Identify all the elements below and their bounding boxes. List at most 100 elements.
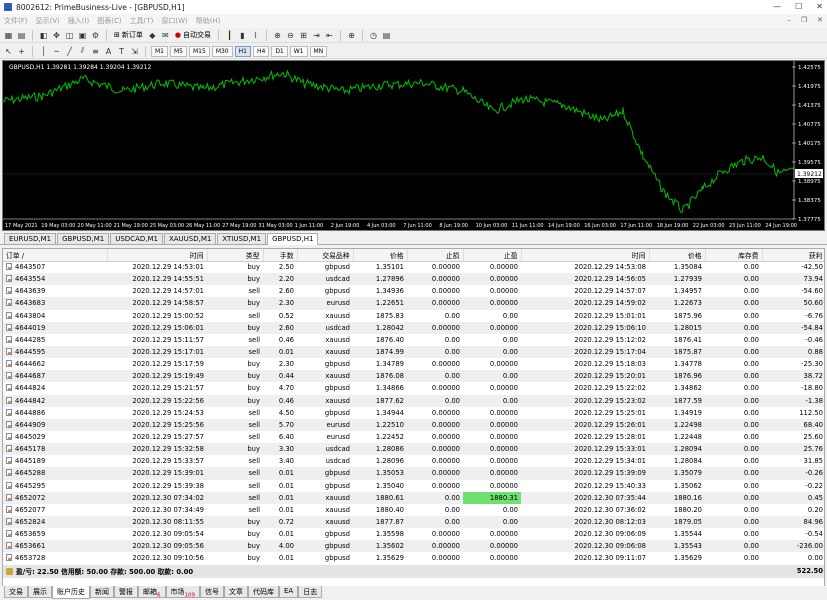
table-row[interactable]: 4652077 2020.12.30 07:34:49 sell 0.01 xauusd… (3, 504, 824, 516)
menu-file[interactable]: 文件(F) (4, 16, 28, 26)
crosshair-icon[interactable]: + (16, 46, 27, 57)
table-row[interactable]: 4645295 2020.12.29 15:39:38 sell 0.01 gbpusd… (3, 480, 824, 492)
tab-signals[interactable]: 信号 (200, 586, 224, 598)
table-row[interactable]: 4645029 2020.12.29 15:27:57 sell 6.40 eurusd… (3, 431, 824, 443)
col-profit[interactable]: 获利 (762, 249, 824, 262)
profiles-icon[interactable]: ▤ (16, 30, 27, 41)
table-row[interactable]: 4652072 2020.12.30 07:34:02 sell 0.01 xauusd… (3, 491, 824, 504)
table-row[interactable]: 4645178 2020.12.29 15:32:58 buy 3.30 usdcad 1… (3, 443, 824, 456)
table-row[interactable]: 4653661 2020.12.30 09:05:56 buy 4.00 gbpusd 1… (3, 540, 824, 553)
menu-help[interactable]: 帮助(H) (196, 16, 221, 26)
autoscroll-icon[interactable]: ⇥ (311, 30, 322, 41)
chart-tab-usdcad-m1[interactable]: USDCAD,M1 (110, 233, 163, 244)
timeframe-m15[interactable]: M15 (189, 45, 210, 57)
table-row[interactable]: 4653728 2020.12.30 09:10:56 buy 0.01 gbpusd 1… (3, 552, 824, 564)
chart-tab-xauusd-m1[interactable]: XAUUSD,M1 (163, 233, 217, 244)
table-row[interactable]: 4644687 2020.12.29 15:19:49 buy 0.44 xauusd 1… (3, 370, 824, 383)
chart-tab-gbpusd-h1[interactable]: GBPUSD,H1 (267, 233, 319, 245)
col-order[interactable]: 订单 / (3, 249, 108, 262)
timeframe-m30[interactable]: M30 (211, 45, 233, 57)
tile-windows-icon[interactable]: ⊞ (298, 30, 309, 41)
col-symbol[interactable]: 交易品种 (297, 249, 354, 262)
table-row[interactable]: 4644285 2020.12.29 15:11:57 sell 0.46 xauusd… (3, 334, 824, 346)
chart-shift-icon[interactable]: ⇤ (324, 30, 335, 41)
col-swap[interactable]: 库存费 (705, 249, 763, 262)
menu-window[interactable]: 窗口(W) (161, 16, 187, 26)
trendline-icon[interactable]: ╱ (64, 46, 75, 57)
table-row[interactable]: 4652824 2020.12.30 08:11:55 buy 0.72 xauusd 1… (3, 515, 824, 529)
menu-insert[interactable]: 插入(I) (68, 16, 90, 26)
timeframe-h4[interactable]: H4 (252, 45, 270, 57)
maximize-button[interactable]: ☐ (795, 2, 802, 11)
timeframe-d1[interactable]: D1 (271, 45, 288, 57)
table-row[interactable]: 4644824 2020.12.29 15:21:57 buy 4.70 gbpusd 1… (3, 382, 824, 394)
table-row[interactable]: 4653659 2020.12.30 09:05:54 buy 0.01 gbpusd 1… (3, 528, 824, 540)
col-sl[interactable]: 止损 (407, 249, 464, 262)
table-row[interactable]: 4643639 2020.12.29 14:57:01 sell 2.60 gbpusd… (3, 285, 824, 297)
menu-view[interactable]: 显示(V) (36, 16, 60, 26)
price-chart[interactable]: GBPUSD,H1 1.39281 1.39284 1.39204 1.3921… (2, 60, 825, 231)
autotrade-button[interactable]: ● 自动交易 (173, 29, 213, 41)
timeframe-h1[interactable]: H1 (234, 45, 251, 57)
tab-alerts[interactable]: 警报 (114, 586, 138, 598)
fibonacci-icon[interactable]: ≡ (90, 46, 101, 57)
cursor-icon[interactable]: ↖ (3, 46, 14, 57)
col-open-time[interactable]: 时间 (107, 249, 208, 262)
col-type[interactable]: 类型 (207, 249, 264, 262)
text-icon[interactable]: A (103, 46, 114, 57)
line-chart-icon[interactable]: ⌇ (250, 30, 261, 41)
tab-trade[interactable]: 交易 (4, 586, 28, 598)
close-button[interactable]: ✕ (816, 2, 823, 11)
timeframe-w1[interactable]: W1 (289, 45, 308, 57)
table-row[interactable]: 4644909 2020.12.29 15:25:56 sell 5.70 eurusd… (3, 418, 824, 431)
vertical-line-icon[interactable]: │ (38, 46, 49, 57)
periods-icon[interactable]: ◷ (368, 30, 379, 41)
col-close-price[interactable]: 价格 (649, 249, 706, 262)
tab-market[interactable]: 市场109 (165, 586, 200, 598)
mdi-restore-button[interactable]: ❐ (801, 16, 807, 24)
table-row[interactable]: 4644842 2020.12.29 15:22:56 buy 0.46 xauusd 1… (3, 394, 824, 407)
tab-journal[interactable]: 日志 (298, 586, 323, 598)
tab-experts[interactable]: EA (279, 586, 299, 598)
candlestick-icon[interactable]: ▮ (237, 30, 248, 41)
tab-mailbox[interactable]: 邮箱6 (138, 586, 166, 598)
chart-tab-gbpusd-m1[interactable]: GBPUSD,M1 (57, 233, 110, 244)
timeframe-m5[interactable]: M5 (170, 45, 187, 57)
chart-tab-xtiusd-m1[interactable]: XTIUSD,M1 (217, 233, 267, 244)
market-watch-icon[interactable]: ◧ (38, 30, 49, 41)
tab-articles[interactable]: 文章 (224, 586, 248, 598)
col-open-price[interactable]: 价格 (353, 249, 408, 262)
text-label-icon[interactable]: T (116, 46, 127, 57)
col-tp[interactable]: 止盈 (463, 249, 522, 262)
new-order-button[interactable]: ⊞ 新订单 (112, 29, 145, 41)
col-volume[interactable]: 手数 (263, 249, 298, 262)
templates-icon[interactable]: ▤ (381, 30, 392, 41)
table-row[interactable]: 4644662 2020.12.29 15:17:59 buy 2.30 gbpusd 1… (3, 358, 824, 370)
data-window-icon[interactable]: ✥ (51, 30, 62, 41)
metaeditor-icon[interactable]: ◆ (147, 30, 158, 41)
chat-icon[interactable]: ✉ (160, 30, 171, 41)
col-close-time[interactable]: 时间 (521, 249, 650, 262)
horizontal-line-icon[interactable]: ─ (51, 46, 62, 57)
zoom-in-icon[interactable]: ⊕ (272, 30, 283, 41)
equidistant-channel-icon[interactable]: ⫽ (77, 46, 88, 57)
tab-news[interactable]: 新闻 (90, 586, 114, 598)
table-row[interactable]: 4645189 2020.12.29 15:33:57 sell 3.40 usdcad… (3, 455, 824, 467)
new-chart-icon[interactable]: ▦ (3, 30, 14, 41)
tab-account-history[interactable]: 账户历史 (52, 586, 90, 599)
table-row[interactable]: 4644886 2020.12.29 15:24:53 sell 4.50 gbpusd… (3, 407, 824, 419)
tab-exposure[interactable]: 展示 (28, 586, 52, 598)
strategy-tester-icon[interactable]: ⚙ (90, 30, 101, 41)
terminal-icon[interactable]: ▣ (77, 30, 88, 41)
table-row[interactable]: 4643554 2020.12.29 14:55:51 buy 2.20 usdcad 1… (3, 273, 824, 286)
zoom-out-icon[interactable]: ⊖ (285, 30, 296, 41)
timeframe-mn[interactable]: MN (309, 45, 328, 57)
table-row[interactable]: 4644019 2020.12.29 15:06:01 buy 2.60 usdcad 1… (3, 321, 824, 334)
menu-charts[interactable]: 图表(C) (97, 16, 121, 26)
menu-tools[interactable]: 工具(T) (130, 16, 154, 26)
navigator-icon[interactable]: ◫ (64, 30, 75, 41)
arrows-icon[interactable]: ⇲ (129, 46, 140, 57)
table-row[interactable]: 4644595 2020.12.29 15:17:01 sell 0.01 xauusd… (3, 345, 824, 359)
timeframe-m1[interactable]: M1 (151, 45, 168, 57)
table-row[interactable]: 4643683 2020.12.29 14:58:57 buy 2.30 eurusd 1… (3, 297, 824, 310)
